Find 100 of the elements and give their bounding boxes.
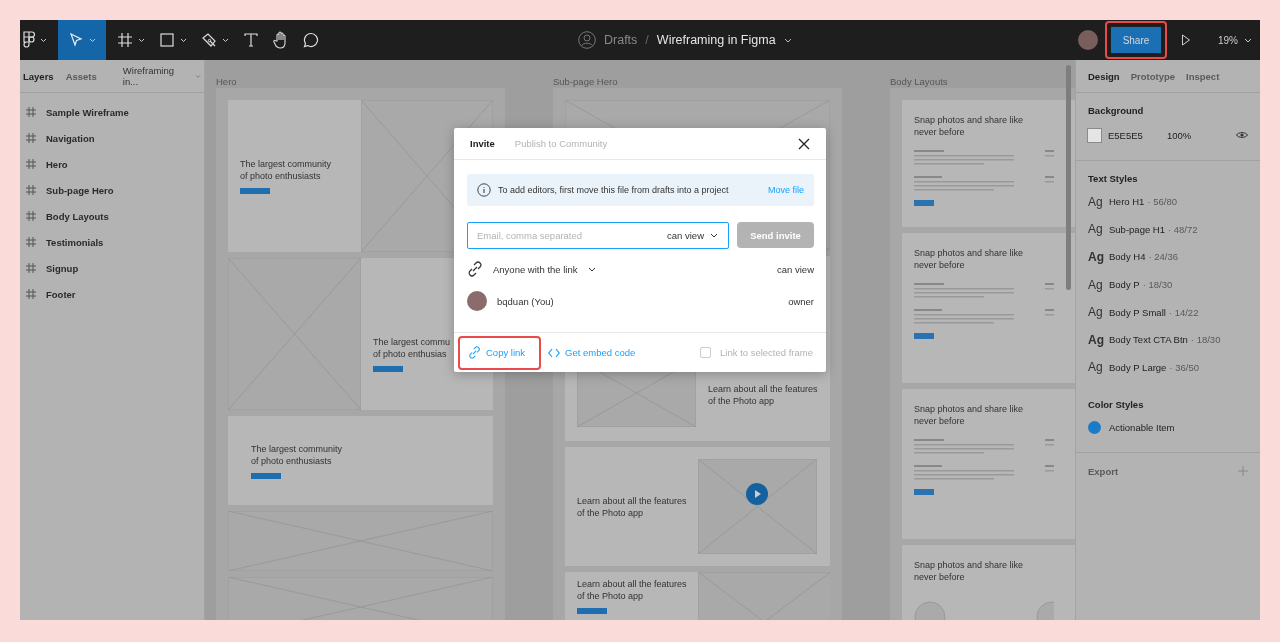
frame-title: Hero [216, 76, 238, 88]
layer-item[interactable]: Footer [46, 288, 76, 300]
text-style-item[interactable]: Body Text CTA Btn [1109, 334, 1188, 346]
style-sample: Ag [1088, 360, 1102, 375]
caret-icon [138, 37, 145, 43]
breadcrumb-separator: / [645, 33, 649, 47]
panel-tab[interactable]: Design [1088, 70, 1120, 82]
text-tool-icon [243, 32, 259, 48]
wireframe-text: never before [914, 259, 966, 271]
text-style-item[interactable]: Hero H1 [1109, 196, 1145, 208]
style-spec: · 14/22 [1168, 306, 1199, 318]
wireframe-text: The largest commu [373, 336, 451, 348]
zoom-menu[interactable]: 19% [1218, 34, 1238, 46]
wireframe-text: Snap photos and share like [914, 114, 1025, 126]
color-style-item[interactable]: Actionable Item [1109, 422, 1175, 434]
team-avatar-icon [578, 31, 596, 49]
caret-icon [783, 37, 792, 43]
text-style-item[interactable]: Body P [1109, 279, 1140, 291]
style-sample: Ag [1088, 332, 1102, 347]
layer-item[interactable]: Signup [46, 262, 79, 274]
layer-item[interactable]: Body Layouts [46, 210, 109, 222]
caret-icon [194, 73, 201, 79]
small-button-drawing [577, 608, 607, 614]
layer-item[interactable]: Navigation [46, 132, 95, 144]
style-spec: · 18/30 [1142, 279, 1173, 291]
wireframe-text: of the Photo app [577, 590, 645, 602]
hand-icon [273, 31, 289, 49]
style-sample: Ag [1088, 277, 1102, 292]
section-title: Color Styles [1088, 399, 1145, 411]
panel-tab[interactable]: Layers [23, 70, 54, 82]
style-spec: · 24/36 [1148, 251, 1178, 263]
eye-icon[interactable] [1236, 131, 1248, 139]
caret-icon [222, 37, 229, 43]
notice-text: To add editors, first move this file from drafts into a project [498, 185, 729, 195]
frame-icon [26, 185, 36, 195]
frame-icon [26, 159, 36, 169]
user-avatar[interactable] [1078, 30, 1098, 50]
comment-icon [303, 32, 319, 48]
frame-icon [26, 289, 36, 299]
small-button-drawing [251, 472, 281, 479]
pen-icon [201, 32, 217, 48]
member-avatar [467, 291, 487, 311]
dialog-tab[interactable]: Invite [470, 138, 495, 149]
style-spec: · 48/72 [1168, 223, 1198, 235]
pointer-icon [68, 32, 84, 48]
link-access-dropdown[interactable]: Anyone with the link [493, 263, 578, 275]
color-swatch[interactable] [1088, 128, 1101, 142]
opacity-value[interactable]: 100% [1167, 129, 1236, 141]
frame-icon [26, 211, 36, 221]
info-icon [477, 183, 491, 197]
style-spec: · 18/30 [1190, 334, 1221, 346]
style-sample: Ag [1088, 250, 1102, 264]
text-style-item[interactable]: Body P Small [1109, 306, 1166, 318]
section-title: Text Styles [1088, 173, 1139, 184]
layer-item[interactable]: Testimonials [46, 236, 104, 248]
close-icon[interactable] [798, 137, 810, 150]
link-icon [467, 261, 483, 277]
hex-value[interactable]: E5E5E5 [1108, 129, 1167, 141]
wireframe-text: of the Photo app [708, 395, 776, 407]
page-selector[interactable]: Wireframing in... [122, 65, 183, 87]
member-name: bqduan (You) [497, 295, 554, 307]
scrollbar[interactable] [1066, 65, 1071, 290]
text-style-item[interactable]: Sub-page H1 [1109, 223, 1165, 235]
file-name[interactable]: Wireframing in Figma [656, 33, 776, 47]
text-style-item[interactable]: Body P Large [1109, 361, 1167, 373]
caret-icon [710, 233, 718, 238]
layer-item[interactable]: Sample Wireframe [46, 106, 129, 118]
code-icon [548, 347, 561, 358]
member-role: owner [788, 295, 814, 307]
style-sample: Ag [1088, 194, 1102, 209]
wireframe-text: Snap photos and share like [914, 559, 1025, 571]
caret-icon [1244, 37, 1252, 43]
section-title: Export [1088, 465, 1119, 477]
link-permission[interactable]: can view [777, 263, 814, 275]
layer-item[interactable]: Sub-page Hero [46, 184, 114, 196]
wireframe-text: Snap photos and share like [914, 403, 1025, 415]
caret-icon [40, 37, 47, 43]
text-style-item[interactable]: Body H4 [1109, 251, 1146, 263]
wireframe-text: Learn about all the features [577, 494, 688, 507]
caret-icon [587, 266, 596, 272]
wireframe-text: never before [914, 415, 966, 427]
layer-item[interactable]: Hero [46, 158, 68, 170]
wireframe-text: The largest community [251, 442, 344, 455]
folder-link[interactable]: Drafts [604, 33, 638, 47]
frame-icon [26, 133, 36, 143]
section-title: Background [1088, 105, 1145, 116]
wireframe-text: Learn about all the features [577, 578, 686, 590]
style-spec: · 36/50 [1169, 361, 1199, 373]
share-button[interactable]: Share [1105, 21, 1167, 59]
frame-icon [26, 263, 36, 273]
caret-icon [180, 37, 187, 43]
frame-title: Body Layouts [890, 76, 949, 88]
play-icon[interactable] [1181, 34, 1191, 46]
small-button-drawing [240, 188, 270, 194]
wireframe-text: of the Photo app [577, 506, 645, 519]
play-button-icon [745, 483, 768, 505]
caret-icon [89, 37, 96, 43]
wireframe-text: of photo enthusiasts [240, 170, 322, 182]
style-spec: · 56/80 [1147, 196, 1177, 208]
small-button-drawing [373, 366, 403, 372]
